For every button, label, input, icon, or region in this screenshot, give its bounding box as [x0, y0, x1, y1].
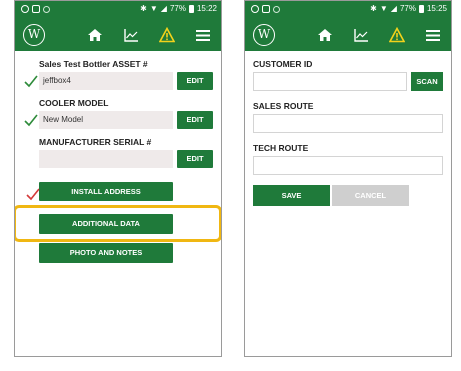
additional-data-button[interactable]: ADDITIONAL DATA	[39, 214, 173, 234]
brand-logo-icon[interactable]: W	[23, 24, 45, 46]
app-navbar: W	[245, 19, 451, 51]
warning-icon[interactable]	[159, 27, 175, 43]
additional-data-form: CUSTOMER ID SCAN SALES ROUTE TECH ROUTE …	[245, 51, 451, 206]
home-icon[interactable]	[87, 27, 103, 43]
sales-route-label: SALES ROUTE	[253, 101, 314, 111]
scan-button[interactable]: SCAN	[411, 72, 443, 91]
notification-icon	[21, 5, 29, 13]
wifi-icon: ▼	[379, 4, 388, 13]
sync-icon	[43, 5, 50, 13]
check-placeholder	[23, 151, 39, 167]
battery-level: 77%	[399, 4, 416, 13]
warning-icon[interactable]	[389, 27, 405, 43]
battery-icon	[418, 4, 424, 13]
edit-serial-button[interactable]: EDIT	[177, 150, 213, 168]
asset-number-label: Sales Test Bottler ASSET #	[39, 59, 148, 69]
install-address-button[interactable]: INSTALL ADDRESS	[39, 182, 173, 201]
asset-number-field[interactable]: jeffbox4	[39, 72, 173, 90]
image-icon	[262, 5, 270, 13]
check-icon	[24, 114, 38, 127]
battery-icon	[188, 4, 194, 13]
customer-id-label: CUSTOMER ID	[253, 59, 313, 69]
sales-route-input[interactable]	[253, 114, 443, 133]
chart-icon[interactable]	[123, 27, 139, 43]
wifi-icon: ▼	[149, 4, 158, 13]
app-navbar: W	[15, 19, 221, 51]
cooler-model-label: COOLER MODEL	[39, 98, 109, 108]
manufacturer-serial-field[interactable]	[39, 150, 173, 168]
menu-icon[interactable]	[195, 27, 211, 43]
photo-and-notes-button[interactable]: PHOTO AND NOTES	[39, 243, 173, 263]
menu-icon[interactable]	[425, 27, 441, 43]
manufacturer-serial-label: MANUFACTURER SERIAL #	[39, 137, 152, 147]
edit-asset-button[interactable]: EDIT	[177, 72, 213, 90]
save-button[interactable]: SAVE	[253, 185, 330, 206]
signal-icon: ◢	[160, 4, 167, 13]
sync-icon	[273, 5, 280, 13]
chart-icon[interactable]	[353, 27, 369, 43]
bluetooth-icon: ✱	[370, 4, 377, 13]
cancel-button[interactable]: CANCEL	[332, 185, 409, 206]
brand-logo-icon[interactable]: W	[253, 24, 275, 46]
clock: 15:22	[196, 4, 217, 13]
battery-level: 77%	[169, 4, 186, 13]
asset-form: Sales Test Bottler ASSET # jeffbox4 EDIT…	[15, 51, 221, 168]
status-bar: ✱ ▼ ◢ 77% 15:25	[245, 1, 451, 19]
bluetooth-icon: ✱	[140, 4, 147, 13]
customer-id-input[interactable]	[253, 72, 407, 91]
check-icon	[24, 75, 38, 88]
status-bar: ✱ ▼ ◢ 77% 15:22	[15, 1, 221, 19]
tech-route-label: TECH ROUTE	[253, 143, 309, 153]
tech-route-input[interactable]	[253, 156, 443, 175]
phone-screen-right: ✱ ▼ ◢ 77% 15:25 W CUSTOMER ID SCAN SALES…	[244, 0, 452, 357]
image-icon	[32, 5, 40, 13]
phone-screen-left: ✱ ▼ ◢ 77% 15:22 W Sales Test Bottler ASS…	[14, 0, 222, 357]
notification-icon	[251, 5, 259, 13]
cooler-model-field[interactable]: New Model	[39, 111, 173, 129]
edit-cooler-model-button[interactable]: EDIT	[177, 111, 213, 129]
clock: 15:25	[426, 4, 447, 13]
home-icon[interactable]	[317, 27, 333, 43]
signal-icon: ◢	[390, 4, 397, 13]
